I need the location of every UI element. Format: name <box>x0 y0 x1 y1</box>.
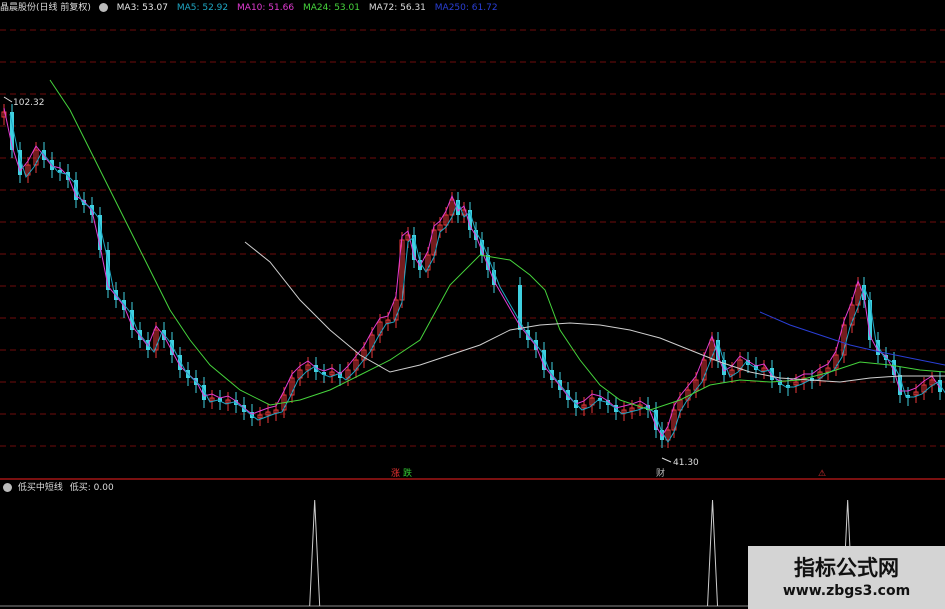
ma10-line <box>3 107 941 437</box>
mark-warning: ⚠ <box>818 469 826 478</box>
watermark-logo: 指标公式网 www.zbgs3.com <box>748 546 945 609</box>
mark-down: 跌 <box>403 468 412 478</box>
ma5-line <box>9 113 945 443</box>
price-low-label: 41.30 <box>673 458 699 468</box>
ma24-line <box>49 79 945 411</box>
mark-up: 涨 <box>391 468 400 478</box>
price-low-pointer <box>661 457 672 463</box>
price-high-label: 102.32 <box>13 98 45 108</box>
signal-spike <box>707 499 719 607</box>
mark-finance: 财 <box>656 467 665 478</box>
stock-chart-window: 晶晨股份(日线 前复权) MA3: 53.07 MA5: 52.92 MA10:… <box>0 0 945 609</box>
candlestick-chart[interactable]: 102.32 41.30 涨 跌 财 ⚠ <box>0 0 945 478</box>
signal-spike <box>309 499 321 607</box>
watermark-title: 指标公式网 <box>794 556 899 580</box>
price-high-pointer <box>3 96 13 103</box>
watermark-url: www.zbgs3.com <box>782 583 911 599</box>
